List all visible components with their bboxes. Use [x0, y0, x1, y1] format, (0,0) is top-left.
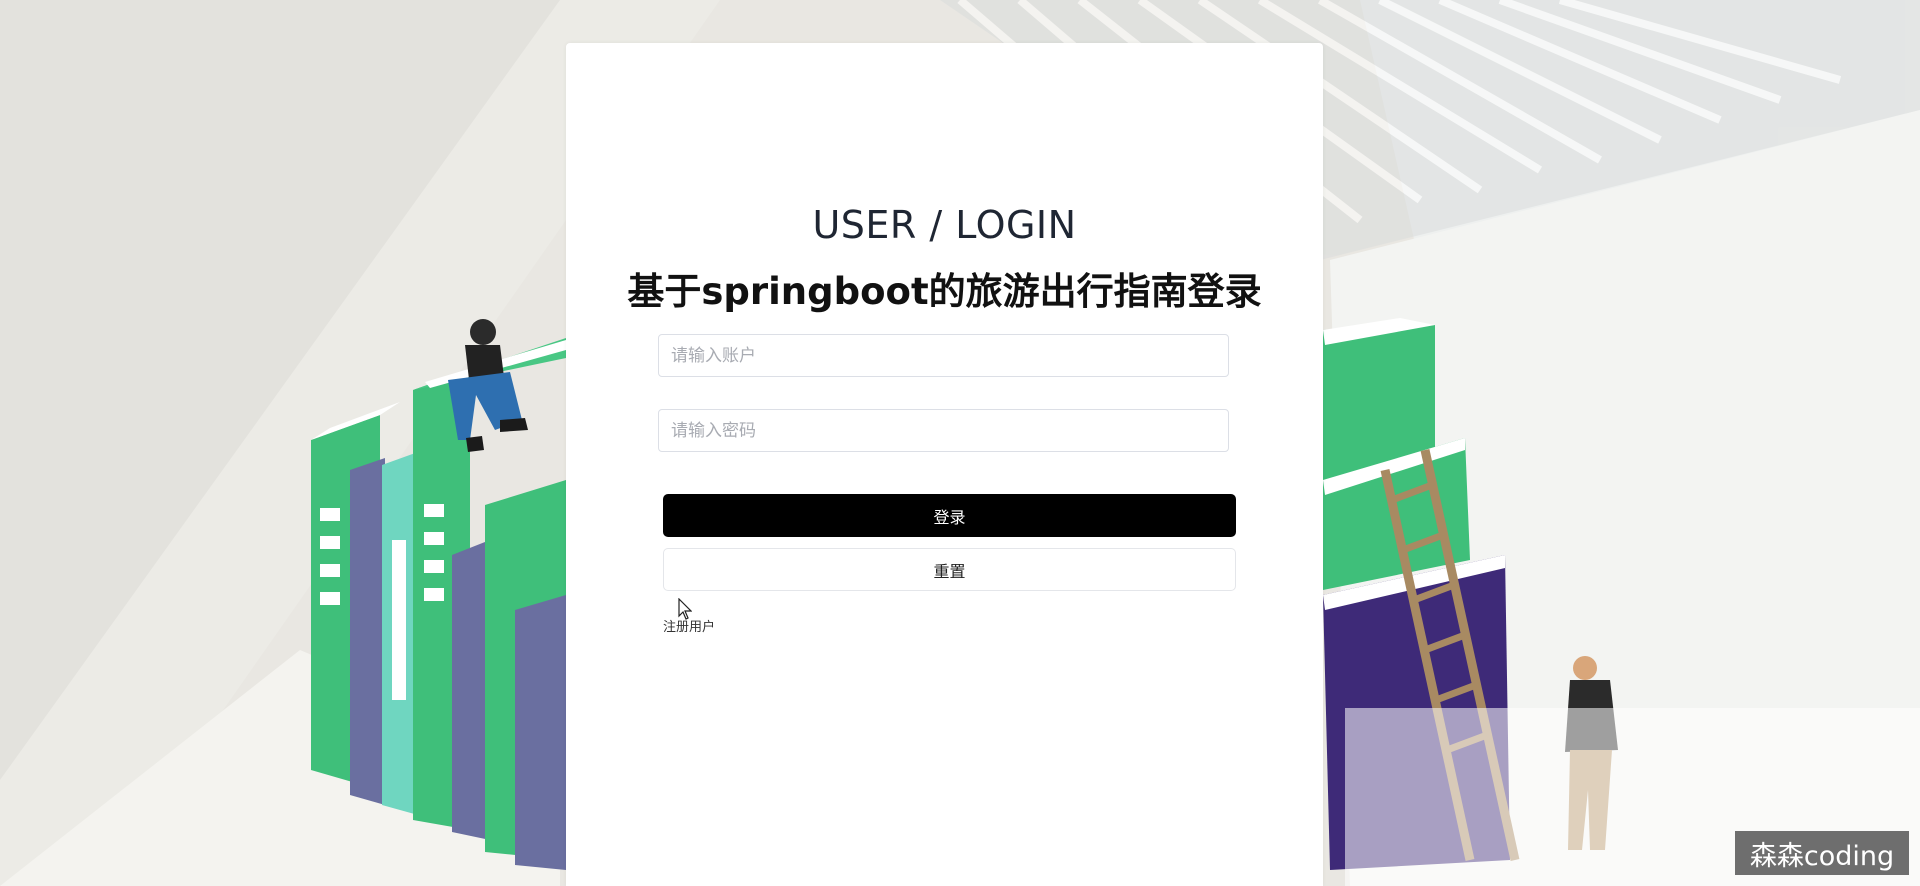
- mouse-cursor-icon: [678, 598, 692, 620]
- login-card: USER / LOGIN 基于springboot的旅游出行指南登录 登录 重置…: [566, 43, 1323, 886]
- watermark: 森森coding: [1735, 831, 1909, 875]
- login-button-label: 登录: [933, 507, 966, 527]
- password-input[interactable]: [658, 409, 1229, 452]
- login-button[interactable]: 登录: [663, 494, 1236, 537]
- login-title-en: USER / LOGIN: [812, 203, 1077, 247]
- reset-button-label: 重置: [933, 561, 966, 581]
- reset-button[interactable]: 重置: [663, 548, 1236, 591]
- login-title-cn: 基于springboot的旅游出行指南登录: [627, 270, 1262, 313]
- login-page: USER / LOGIN 基于springboot的旅游出行指南登录 登录 重置…: [0, 0, 1920, 886]
- account-input[interactable]: [658, 334, 1229, 377]
- watermark-text: 森森coding: [1749, 840, 1895, 872]
